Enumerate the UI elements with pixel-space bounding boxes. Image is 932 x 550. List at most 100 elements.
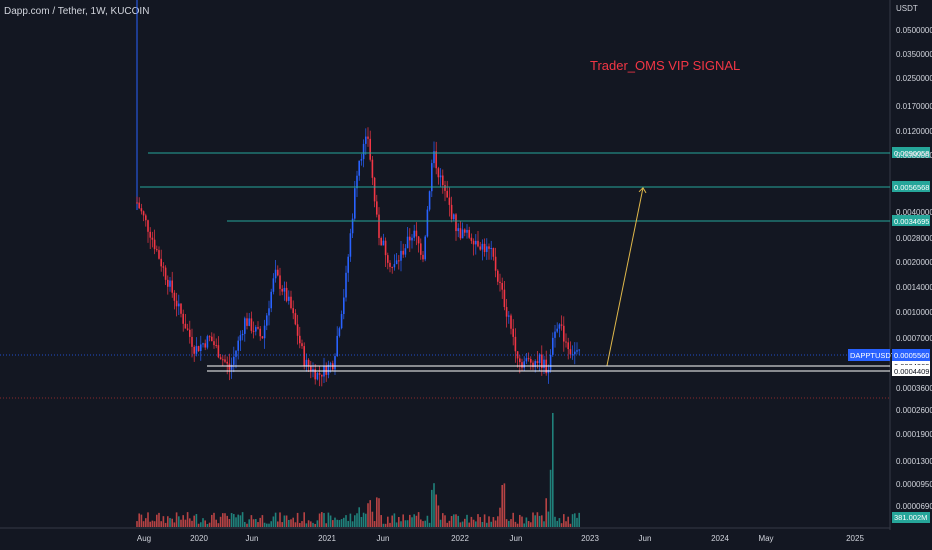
volume-bar: [316, 520, 319, 527]
candle-body: [437, 168, 440, 178]
volume-bar: [184, 519, 187, 527]
volume-bar: [323, 513, 325, 527]
candle-body: [516, 351, 519, 359]
candle-body: [151, 237, 154, 240]
volume-bar: [171, 518, 173, 527]
volume-bar: [140, 514, 143, 527]
volume-bar: [307, 520, 310, 527]
volume-bar: [217, 523, 220, 527]
volume-bar: [393, 513, 396, 527]
level-price-text: 0.0004409: [894, 367, 929, 376]
price-tick-label: 0.0350000: [896, 50, 932, 59]
candle-body: [497, 270, 499, 282]
time-axis: Aug 2020 Jun 2021 Jun 2022 Jun 2023 Jun 2024 May 20…: [137, 534, 865, 543]
volume-bar: [142, 521, 145, 527]
candle-body: [147, 220, 149, 232]
candle-body: [510, 315, 512, 329]
volume-bar: [560, 523, 563, 527]
volume-bar: [211, 514, 213, 527]
candle-body: [574, 351, 576, 355]
volume-bar: [145, 518, 147, 527]
volume-bar: [453, 514, 455, 527]
volume-bar: [336, 519, 338, 527]
volume-bar: [158, 512, 160, 527]
volume-bar: [554, 516, 556, 527]
volume-bar: [490, 521, 492, 527]
arrow-shaft[interactable]: [606, 187, 644, 366]
candle-body: [244, 318, 246, 334]
volume-bar: [558, 518, 561, 527]
candle-body: [325, 365, 327, 375]
candle-body: [349, 233, 352, 257]
candle-body: [239, 335, 242, 341]
volume-bar: [457, 515, 459, 527]
volume-bar: [499, 507, 501, 527]
candle-body: [448, 197, 451, 205]
candle-body: [197, 346, 200, 352]
candle-body: [153, 239, 156, 250]
volume-bar: [538, 515, 541, 527]
price-chart[interactable]: 0.00900580.00565680.00346950.00049090.00…: [0, 0, 932, 550]
volume-bar: [472, 519, 475, 527]
candle-body: [358, 160, 360, 176]
candle-body: [382, 240, 385, 246]
volume-bar: [464, 518, 466, 527]
price-tick-label: 0.0000690: [896, 502, 932, 511]
volume-bar: [296, 512, 299, 527]
candle-body: [503, 289, 506, 308]
candle-body: [233, 356, 235, 365]
volume-bar: [241, 512, 244, 527]
volume-bar: [516, 523, 519, 527]
price-tick-label: 0.0010000: [896, 308, 932, 317]
volume-bar: [525, 517, 528, 527]
volume-bar: [400, 521, 402, 527]
volume-bar: [501, 484, 503, 527]
candle-body: [213, 341, 215, 346]
candle-body: [340, 314, 343, 329]
volume-bar: [477, 514, 479, 527]
candle-body: [395, 260, 398, 265]
volume-bar: [250, 515, 253, 527]
candles: [136, 0, 580, 387]
volume-bar: [475, 521, 477, 527]
volume-bar: [195, 514, 198, 527]
volume-bar: [437, 505, 440, 527]
volume-bar: [268, 523, 270, 527]
volume-bar: [153, 521, 156, 527]
candle-body: [145, 215, 147, 221]
volume-bar: [200, 522, 202, 527]
price-axis: 0.0500000 0.0350000 0.0250000 0.0170000 0.01…: [896, 26, 932, 511]
candle-body: [398, 260, 400, 262]
candle-body: [294, 313, 297, 325]
candle-body: [457, 228, 459, 232]
price-tick-label: 0.0500000: [896, 26, 932, 35]
candle-body: [499, 281, 501, 283]
candle-body: [138, 202, 140, 209]
volume-bar: [299, 522, 301, 527]
candle-body: [217, 345, 220, 358]
volume-bar: [391, 515, 393, 527]
candle-body: [475, 240, 477, 245]
candle-body: [272, 278, 275, 292]
volume-bar: [224, 513, 226, 527]
volume-bar: [228, 519, 231, 527]
candle-body: [343, 297, 345, 315]
candle-body: [360, 159, 363, 161]
volume-bar: [213, 512, 215, 527]
volume-bar: [556, 520, 558, 527]
volume-bar: [340, 519, 343, 527]
volume-bar: [543, 521, 545, 527]
price-tick-label: 0.0000950: [896, 480, 932, 489]
volume-bar: [402, 514, 404, 527]
candle-body: [578, 349, 580, 351]
volume-bar: [266, 523, 268, 527]
candle-body: [424, 236, 426, 260]
volume-bar: [193, 515, 195, 527]
candle-body: [171, 280, 173, 293]
candle-body: [527, 358, 530, 360]
volume-bar: [387, 516, 389, 527]
volume-bar: [371, 511, 374, 527]
candle-body: [156, 249, 158, 251]
volume-bar: [479, 517, 481, 527]
candle-body: [164, 267, 167, 280]
